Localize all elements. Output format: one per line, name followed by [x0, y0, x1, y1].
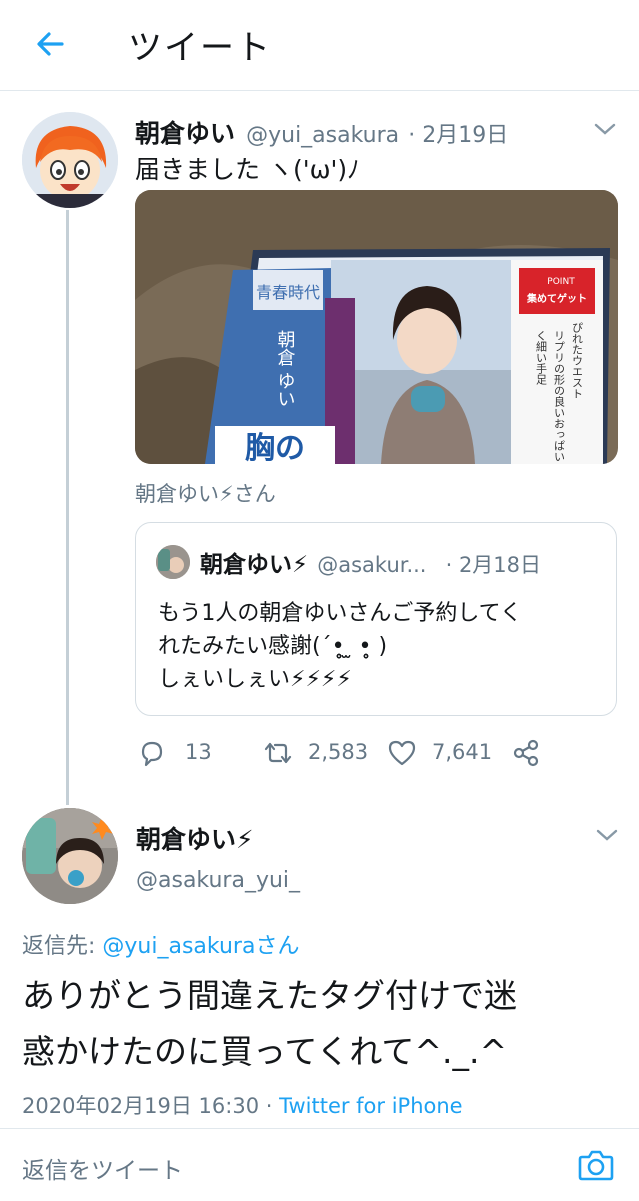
tweet1-actions: 13 2,583 7,641 [135, 736, 595, 770]
tweet1-author-name[interactable]: 朝倉ゆい [135, 119, 235, 148]
like-heart-icon[interactable] [387, 738, 417, 768]
top-app-bar: ツイート [0, 0, 639, 91]
tweet2-text-line-1: ありがとう間違えたタグ付けで迷 [22, 976, 517, 1015]
dvd-tagline-3: く細い手足 [535, 330, 548, 385]
tweet2-text: ありがとう間違えたタグ付けで迷 惑かけたのに買ってくれて^._.^ [22, 968, 517, 1080]
reply-icon[interactable] [137, 738, 167, 768]
chevron-down-icon[interactable] [594, 826, 620, 844]
avatar-asakura-yui[interactable] [22, 808, 118, 904]
dvd-tagline-1: ぴれたウエスト [571, 322, 584, 399]
retweet-icon[interactable] [261, 738, 295, 768]
like-count: 7,641 [432, 740, 493, 764]
tweet2-author-name[interactable]: 朝倉ゆい⚡ [136, 820, 254, 856]
tweet1-date[interactable]: · 2月19日 [408, 123, 508, 148]
quoted-text-line-2: れたみたい感謝(´•̥̥̥ ̫ •̥̥̥ ) [158, 634, 388, 659]
dvd-photo-illustration: POINT 集めてゲット ぴれたウエスト リプリの形の良いおっぱい く細い手足 … [135, 190, 618, 464]
quoted-text-line-3: しぇいしぇい⚡⚡⚡⚡ [158, 667, 352, 692]
reply-to-user-link[interactable]: @yui_asakuraさん [102, 934, 299, 959]
reply-to-line: 返信先: @yui_asakuraさん [22, 928, 299, 960]
avatar-photo [22, 808, 118, 904]
camera-icon[interactable] [576, 1145, 616, 1185]
reply-count: 13 [185, 740, 212, 764]
chevron-down-icon[interactable] [592, 120, 618, 138]
dvd-actress-name: 朝倉 ゆい [275, 330, 296, 408]
back-arrow-icon[interactable] [30, 24, 70, 64]
tweet2-client-link[interactable]: Twitter for iPhone [279, 1094, 463, 1118]
retweet-count: 2,583 [308, 740, 369, 764]
dvd-badge-top: POINT [547, 277, 575, 287]
dvd-series-title: 青春時代 [256, 283, 320, 302]
tweet1-mention-line[interactable]: 朝倉ゆい⚡さん [135, 478, 276, 508]
tweet2-text-line-2: 惑かけたのに買ってくれて^._.^ [22, 1032, 508, 1071]
quoted-text: もう1人の朝倉ゆいさんご予約してく れたみたい感謝(´•̥̥̥ ̫ •̥̥̥ )… [158, 597, 522, 696]
quoted-avatar [156, 545, 190, 579]
quoted-tweet-card[interactable]: 朝倉ゆい⚡ @asakur... · 2月18日 もう1人の朝倉ゆいさんご予約し… [135, 522, 617, 716]
reply-compose-bar: 返信をツイート [0, 1128, 639, 1201]
quoted-date: · 2月18日 [445, 553, 542, 577]
tweet2-author-handle[interactable]: @asakura_yui_ [136, 868, 300, 893]
avatar-yui-asakura[interactable] [22, 112, 118, 208]
tweet1-photo[interactable]: POINT 集めてゲット ぴれたウエスト リプリの形の良いおっぱい く細い手足 … [135, 190, 618, 464]
page-title: ツイート [128, 28, 272, 68]
quoted-author-handle: @asakur... [317, 553, 427, 577]
share-icon[interactable] [511, 738, 541, 768]
reply-input-placeholder[interactable]: 返信をツイート [22, 1151, 183, 1185]
quoted-text-line-1: もう1人の朝倉ゆいさんご予約してく [158, 601, 523, 626]
tweet1-author-handle[interactable]: @yui_asakura [246, 123, 399, 148]
tweet1-text: 届きました ヽ('ω')ﾉ [135, 155, 360, 184]
tweet1-header: 朝倉ゆい @yui_asakura · 2月19日 [135, 114, 508, 150]
dvd-big-title: 胸の [245, 431, 305, 464]
tweet2-timestamp[interactable]: 2020年02月19日 16:30 · [22, 1094, 279, 1118]
thread-connector-line [66, 210, 69, 805]
quoted-author-name: 朝倉ゆい⚡ [200, 552, 309, 578]
reply-to-prefix: 返信先: [22, 934, 103, 959]
tweet2-meta: 2020年02月19日 16:30 · Twitter for iPhone [22, 1090, 463, 1120]
avatar-illustration [22, 112, 118, 208]
dvd-tagline-2: リプリの形の良いおっぱい [553, 330, 566, 462]
dvd-badge-main: 集めてゲット [526, 292, 587, 305]
